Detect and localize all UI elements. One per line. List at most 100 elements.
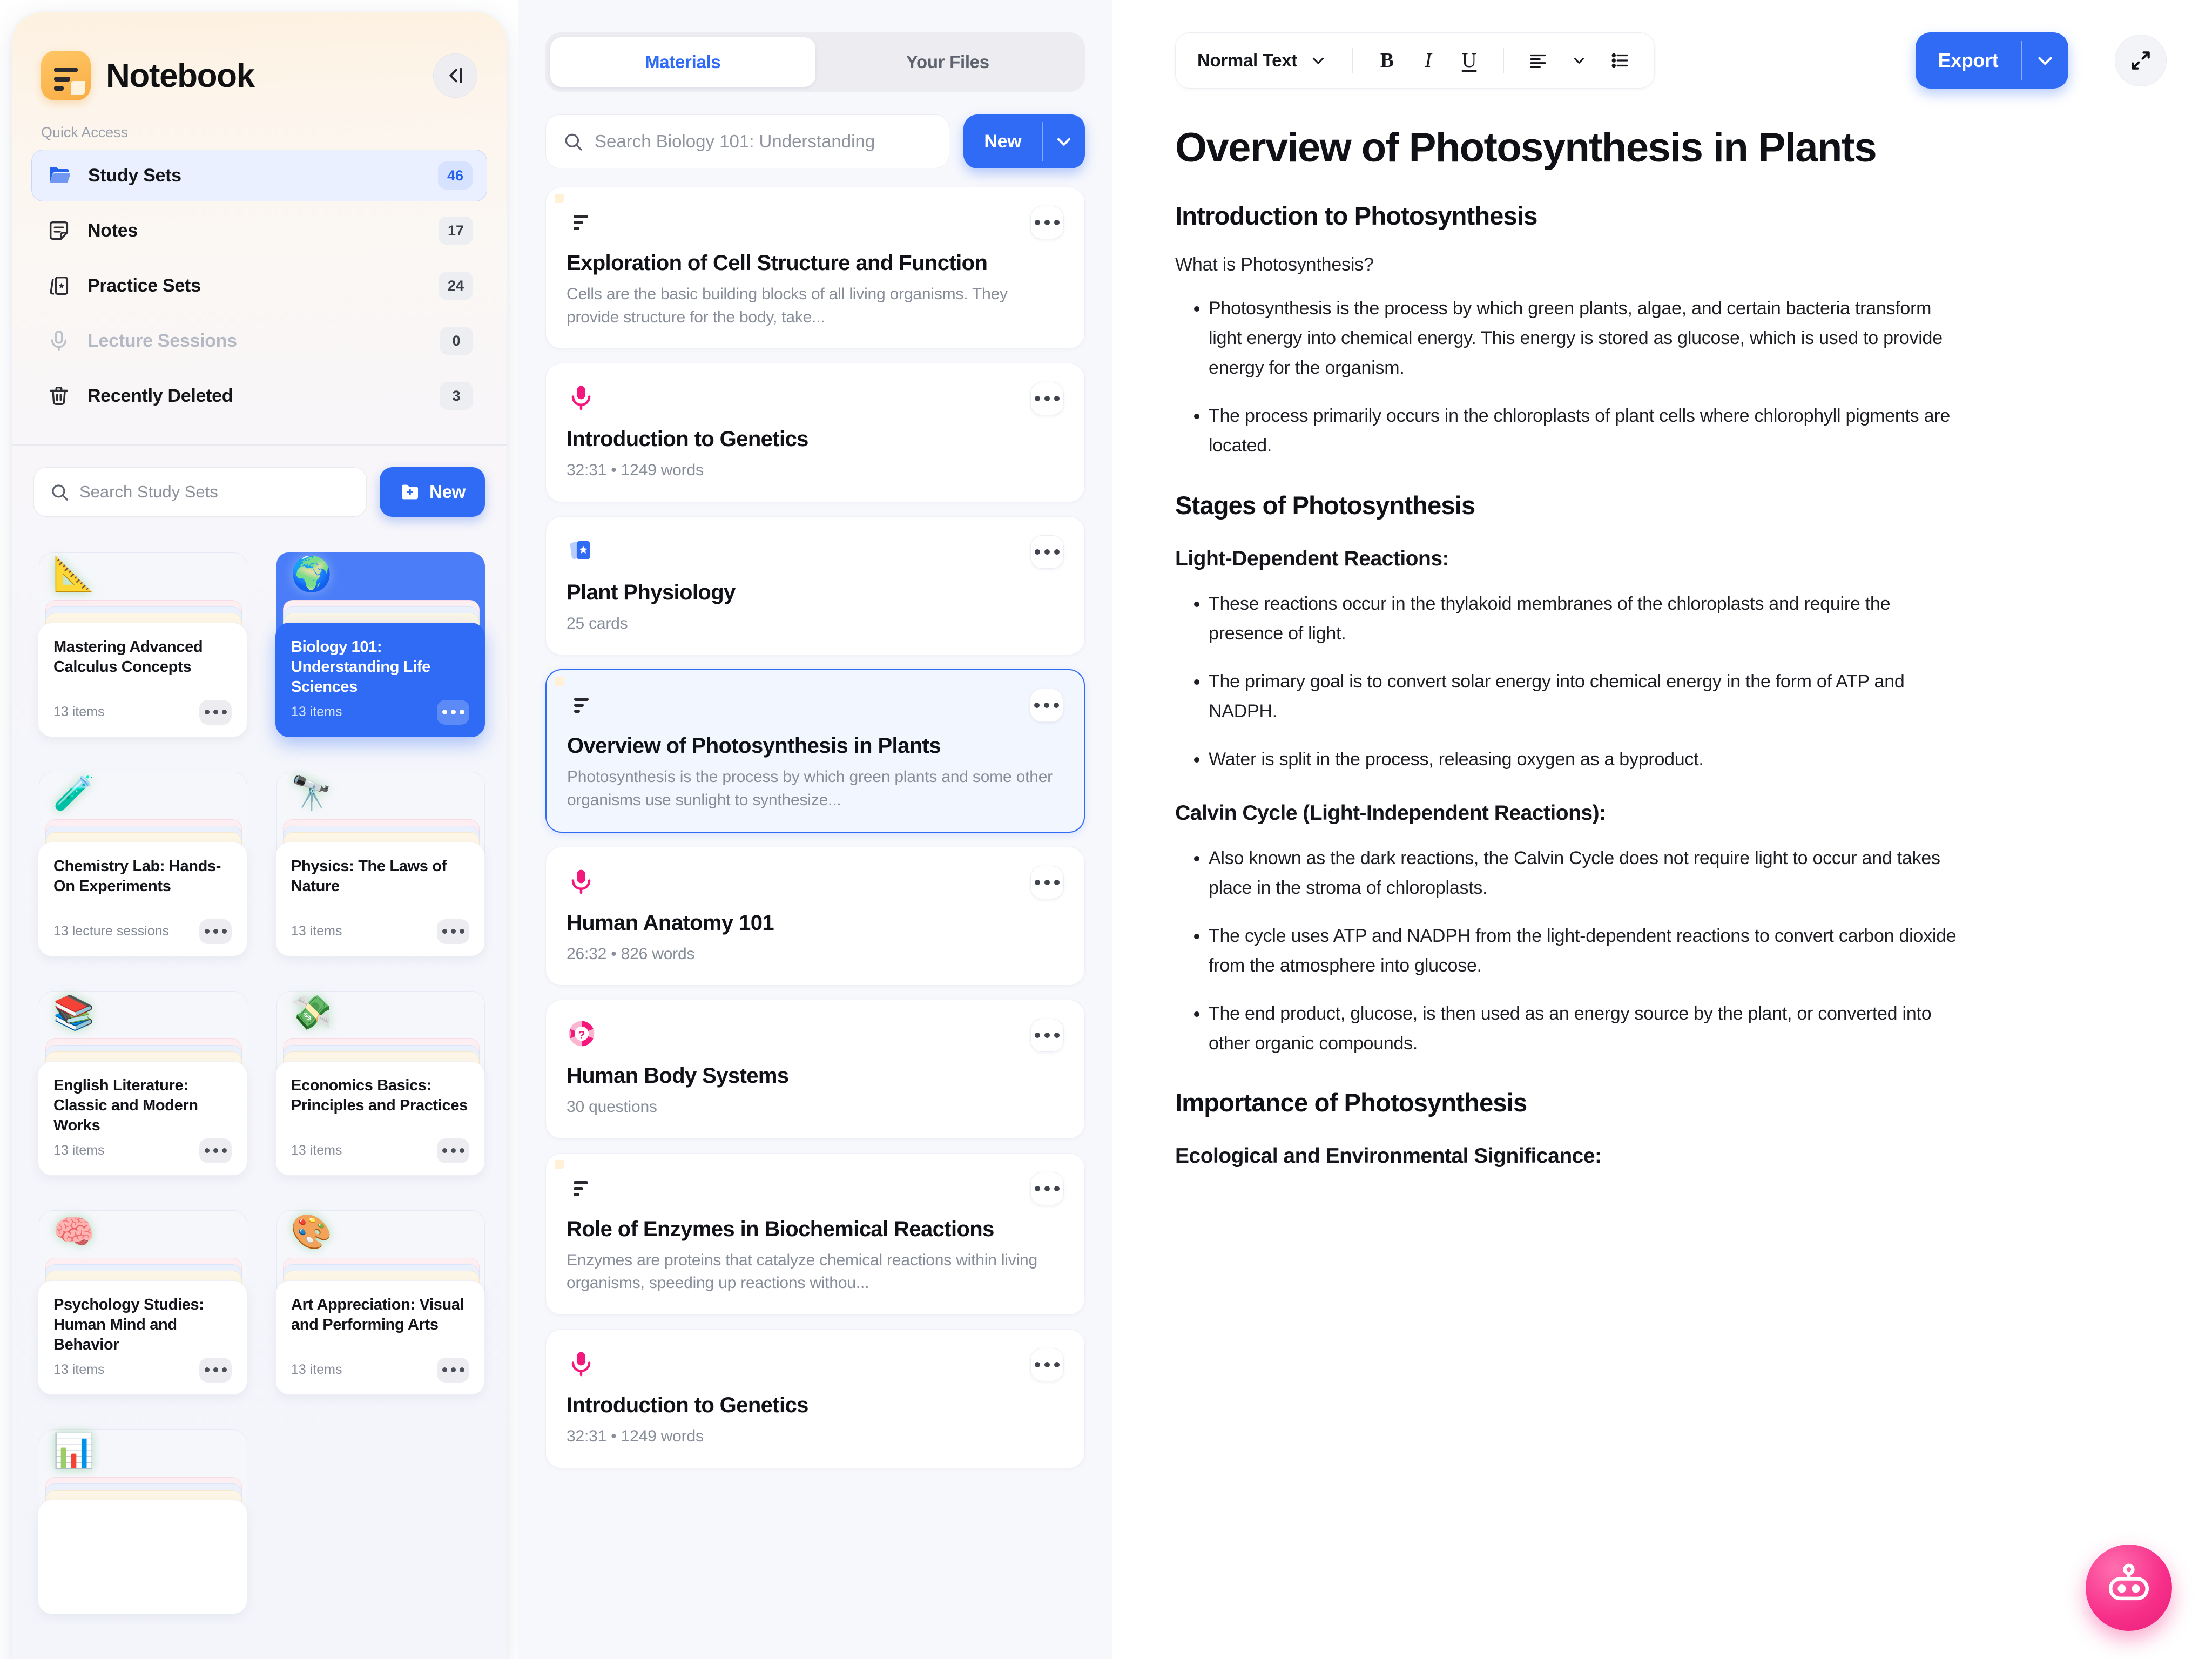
material-meta: 25 cards: [567, 614, 628, 632]
study-set-card[interactable]: 📊: [33, 1419, 247, 1614]
study-set-menu-button[interactable]: [437, 699, 469, 725]
toolbar-divider: [1352, 48, 1353, 73]
material-menu-button[interactable]: [1030, 865, 1064, 899]
align-dropdown-button[interactable]: [1561, 43, 1597, 78]
material-card[interactable]: ? Human Body Systems 30 questions: [545, 1000, 1085, 1139]
study-set-card[interactable]: 💸 Economics Basics: Principles and Pract…: [271, 980, 485, 1176]
export-button[interactable]: Export: [1915, 32, 2068, 89]
material-card-selected[interactable]: Overview of Photosynthesis in Plants Pho…: [545, 669, 1085, 833]
search-materials-input[interactable]: Search Biology 101: Understanding: [545, 114, 950, 168]
expand-icon: [2132, 51, 2150, 70]
sidebar-item-label: Practice Sets: [87, 275, 201, 296]
new-folder-icon: [402, 484, 419, 499]
new-study-set-button[interactable]: New: [380, 467, 485, 517]
material-card[interactable]: Introduction to Genetics 32:31 • 1249 wo…: [545, 1328, 1085, 1468]
search-study-sets-input[interactable]: Search Study Sets: [33, 467, 367, 517]
material-menu-button[interactable]: [1030, 1347, 1064, 1381]
material-menu-button[interactable]: [1030, 689, 1063, 723]
app-root: Notebook Quick Access Study Sets 46 Note…: [0, 0, 2212, 1659]
search-placeholder: Search Biology 101: Understanding: [595, 131, 875, 151]
study-set-count: 13 items: [291, 1362, 342, 1378]
study-set-menu-button[interactable]: [199, 919, 232, 944]
document-subheading: Calvin Cycle (Light-Independent Reaction…: [1175, 801, 1606, 825]
material-title: Overview of Photosynthesis in Plants: [567, 734, 941, 758]
tab-your-files[interactable]: Your Files: [815, 37, 1081, 87]
new-material-dropdown-button[interactable]: [1043, 114, 1085, 168]
notebook-logo-icon: [41, 51, 91, 100]
study-set-card[interactable]: 📐 Mastering Advanced Calculus Concepts 1…: [33, 542, 247, 737]
study-set-count: 13 items: [53, 704, 105, 720]
sidebar-item-label: Lecture Sessions: [87, 330, 237, 351]
study-sets-grid: 📐 Mastering Advanced Calculus Concepts 1…: [12, 517, 507, 1614]
expand-editor-button[interactable]: [2115, 35, 2167, 86]
bullet-list-icon: [1611, 53, 1628, 68]
note-icon: [555, 194, 598, 237]
material-card[interactable]: Introduction to Genetics 32:31 • 1249 wo…: [545, 363, 1085, 502]
study-set-card[interactable]: 🧠 Psychology Studies: Human Mind and Beh…: [33, 1199, 247, 1395]
export-dropdown-button[interactable]: [2022, 32, 2068, 89]
document-subheading: Ecological and Environmental Significanc…: [1175, 1144, 1602, 1168]
ai-assistant-button[interactable]: [2086, 1545, 2172, 1631]
material-menu-button[interactable]: [1030, 535, 1064, 569]
list-item: Also known as the dark reactions, the Ca…: [1209, 844, 1959, 903]
study-set-card[interactable]: 🔭 Physics: The Laws of Nature 13 items: [271, 761, 485, 956]
sidebar-item-recently-deleted[interactable]: Recently Deleted 3: [31, 370, 487, 422]
materials-list: Exploration of Cell Structure and Functi…: [545, 187, 1085, 1468]
material-menu-button[interactable]: [1030, 1171, 1064, 1205]
search-placeholder: Search Study Sets: [79, 482, 218, 501]
material-card[interactable]: Exploration of Cell Structure and Functi…: [545, 187, 1085, 349]
sidebar-item-count: 0: [440, 327, 473, 355]
material-card[interactable]: Human Anatomy 101 26:32 • 826 words: [545, 846, 1085, 986]
study-set-emoji-icon: 🎨: [291, 1213, 333, 1251]
collapse-left-icon: [449, 68, 462, 84]
study-set-card[interactable]: 📚 English Literature: Classic and Modern…: [33, 980, 247, 1176]
collapse-sidebar-button[interactable]: [433, 53, 477, 98]
study-set-menu-button[interactable]: [437, 1357, 469, 1382]
italic-button[interactable]: I: [1411, 43, 1446, 78]
materials-panel: Materials Your Files Search Biology 101:…: [518, 0, 1112, 1659]
flashcards-icon: [567, 535, 598, 567]
sidebar-header: Notebook: [12, 12, 507, 100]
underline-button[interactable]: U: [1452, 43, 1487, 78]
document-body[interactable]: Overview of Photosynthesis in Plants Int…: [1112, 89, 2212, 1168]
study-set-name: English Literature: Classic and Modern W…: [53, 1076, 198, 1134]
study-set-menu-button[interactable]: [437, 1138, 469, 1163]
folder-icon: [46, 162, 73, 189]
note-icon: [555, 1159, 598, 1203]
bullet-list-button[interactable]: [1602, 43, 1638, 78]
study-set-card[interactable]: 🧪 Chemistry Lab: Hands-On Experiments 13…: [33, 761, 247, 956]
study-set-menu-button[interactable]: [437, 919, 469, 944]
material-card[interactable]: Role of Enzymes in Biochemical Reactions…: [545, 1152, 1085, 1315]
material-menu-button[interactable]: [1030, 382, 1064, 416]
align-left-button[interactable]: [1520, 43, 1556, 78]
material-description: Enzymes are proteins that catalyze chemi…: [567, 1251, 1037, 1292]
bold-button[interactable]: B: [1370, 43, 1405, 78]
material-title: Exploration of Cell Structure and Functi…: [567, 251, 988, 275]
quick-access-list: Study Sets 46 Notes 17 Practice Sets 24: [12, 141, 507, 422]
study-set-name: Physics: The Laws of Nature: [291, 857, 447, 895]
document-question: What is Photosynthesis?: [1175, 254, 1374, 275]
chevron-down-icon: [1574, 58, 1584, 64]
study-set-menu-button[interactable]: [199, 1138, 232, 1163]
sidebar-item-lecture-sessions[interactable]: Lecture Sessions 0: [31, 315, 487, 367]
sidebar-item-notes[interactable]: Notes 17: [31, 205, 487, 257]
study-set-menu-button[interactable]: [199, 1357, 232, 1382]
material-card[interactable]: Plant Physiology 25 cards: [545, 516, 1085, 656]
study-set-name: Psychology Studies: Human Mind and Behav…: [53, 1296, 204, 1353]
material-meta: 30 questions: [567, 1098, 657, 1116]
tab-materials[interactable]: Materials: [550, 37, 815, 87]
microphone-icon: [567, 866, 598, 897]
text-style-select[interactable]: Normal Text: [1192, 50, 1336, 71]
document-bullet-list: These reactions occur in the thylakoid m…: [1175, 589, 2120, 774]
sidebar-item-study-sets[interactable]: Study Sets 46: [31, 150, 487, 201]
material-menu-button[interactable]: [1030, 206, 1064, 239]
sidebar-item-practice-sets[interactable]: Practice Sets 24: [31, 260, 487, 312]
material-title: Introduction to Genetics: [567, 1393, 808, 1417]
study-set-card[interactable]: 🌍 Biology 101: Understanding Life Scienc…: [271, 542, 485, 737]
material-menu-button[interactable]: [1030, 1019, 1064, 1053]
new-material-button[interactable]: New: [963, 114, 1085, 168]
study-set-name: Mastering Advanced Calculus Concepts: [53, 638, 203, 676]
study-set-card[interactable]: 🎨 Art Appreciation: Visual and Performin…: [271, 1199, 485, 1395]
list-item: The primary goal is to convert solar ene…: [1209, 667, 1959, 726]
study-set-menu-button[interactable]: [199, 699, 232, 725]
